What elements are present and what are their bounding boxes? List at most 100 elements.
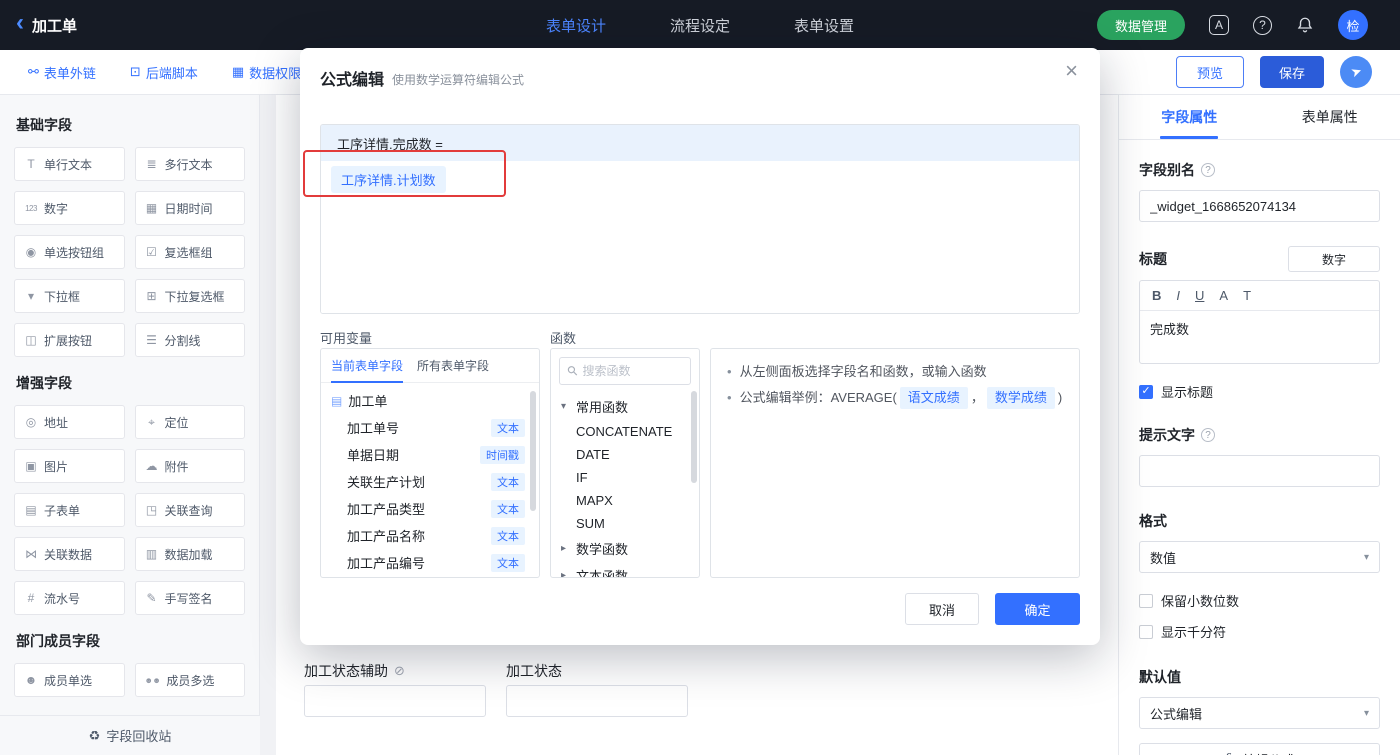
back-button[interactable]: ‹ 加工单 bbox=[16, 11, 77, 37]
function-group-text[interactable]: ▸ 文本函数 bbox=[551, 562, 699, 578]
variable-row[interactable]: 加工产品编号 文本 bbox=[321, 549, 539, 576]
italic-button[interactable]: I bbox=[1176, 288, 1180, 303]
field-recycle-bin[interactable]: ♻ 字段回收站 bbox=[0, 715, 260, 755]
field-type-badge: 数字 bbox=[1288, 246, 1380, 272]
tab-form-design[interactable]: 表单设计 bbox=[546, 15, 606, 36]
share-button[interactable]: ➤ bbox=[1340, 56, 1372, 88]
cancel-button[interactable]: 取消 bbox=[905, 593, 979, 625]
function-group-math[interactable]: ▸ 数学函数 bbox=[551, 535, 699, 562]
formula-input-area[interactable]: 工序详情.计划数 bbox=[321, 161, 1079, 313]
help-icon[interactable]: ? bbox=[1201, 428, 1215, 442]
avatar[interactable]: 检 bbox=[1338, 10, 1368, 40]
scrollbar[interactable] bbox=[530, 391, 536, 511]
field-number[interactable]: 123 数字 bbox=[14, 191, 125, 225]
form-external-link[interactable]: ⚯ 表单外链 bbox=[28, 63, 96, 82]
function-item[interactable]: CONCATENATE bbox=[551, 420, 699, 443]
field-divider[interactable]: ☰ 分割线 bbox=[134, 323, 245, 357]
formula-editor[interactable]: 工序详情.完成数 = 工序详情.计划数 bbox=[320, 124, 1080, 314]
color-button[interactable]: A bbox=[1219, 288, 1228, 303]
function-search-input[interactable] bbox=[582, 364, 682, 378]
field-signature[interactable]: ✎ 手写签名 bbox=[134, 581, 245, 615]
field-related-query[interactable]: ◳ 关联查询 bbox=[134, 493, 245, 527]
field-location[interactable]: ⌖ 定位 bbox=[134, 405, 245, 439]
data-permission-link[interactable]: ▦ 数据权限 bbox=[232, 63, 301, 82]
tab-field-properties[interactable]: 字段属性 bbox=[1119, 95, 1260, 139]
field-radio-group[interactable]: ◉ 单选按钮组 bbox=[14, 235, 125, 269]
function-item[interactable]: DATE bbox=[551, 443, 699, 466]
formula-variable-chip[interactable]: 工序详情.计划数 bbox=[331, 166, 446, 193]
underline-button[interactable]: U bbox=[1195, 288, 1204, 303]
field-data-load[interactable]: ▥ 数据加载 bbox=[134, 537, 245, 571]
close-icon[interactable]: × bbox=[1065, 60, 1078, 82]
field-checkbox-group[interactable]: ☑ 复选框组 bbox=[134, 235, 245, 269]
caret-right-icon: ▸ bbox=[561, 570, 567, 578]
edit-formula-button[interactable]: ƒx 编辑公式 bbox=[1139, 743, 1380, 755]
format-select[interactable]: 数值 ▾ bbox=[1139, 541, 1380, 573]
field-multi-line-text[interactable]: ≣ 多行文本 bbox=[134, 147, 245, 181]
preview-button[interactable]: 预览 bbox=[1176, 56, 1244, 88]
help-icon[interactable]: ? bbox=[1253, 15, 1272, 35]
variable-row[interactable]: 加工产品名称 文本 bbox=[321, 522, 539, 549]
variable-row[interactable]: 关联生产计划 文本 bbox=[321, 468, 539, 495]
confirm-button[interactable]: 确定 bbox=[995, 593, 1080, 625]
scrollbar[interactable] bbox=[691, 391, 697, 483]
function-item[interactable]: IF bbox=[551, 466, 699, 489]
hint-text-input[interactable] bbox=[1139, 455, 1380, 487]
field-image[interactable]: ▣ 图片 bbox=[14, 449, 125, 483]
tab-current-form-fields[interactable]: 当前表单字段 bbox=[331, 349, 404, 383]
function-group-common[interactable]: ▾ 常用函数 bbox=[551, 393, 699, 420]
variable-row[interactable]: 单据日期 时间戳 bbox=[321, 441, 539, 468]
type-tag: 文本 bbox=[491, 472, 525, 491]
function-item[interactable]: MAPX bbox=[551, 489, 699, 512]
field-serial-number[interactable]: # 流水号 bbox=[14, 581, 125, 615]
field-member-single[interactable]: ☻ 成员单选 bbox=[14, 663, 125, 697]
link-icon: ⚯ bbox=[28, 64, 39, 79]
field-label: 多行文本 bbox=[164, 157, 213, 172]
tab-all-form-fields[interactable]: 所有表单字段 bbox=[417, 349, 489, 382]
processing-status-input[interactable] bbox=[506, 685, 688, 717]
function-search-box[interactable]: ⚲ bbox=[559, 357, 691, 385]
tab-form-properties[interactable]: 表单属性 bbox=[1260, 95, 1400, 139]
formula-help-panel: • 从左侧面板选择字段名和函数，或输入函数 • 公式编辑举例：AVERAGE(语… bbox=[710, 348, 1080, 578]
bold-button[interactable]: B bbox=[1152, 288, 1161, 303]
processing-status-helper-input[interactable] bbox=[304, 685, 486, 717]
default-value-select[interactable]: 公式编辑 ▾ bbox=[1139, 697, 1380, 729]
rich-editor-toolbar: B I U A T bbox=[1140, 281, 1379, 311]
document-icon: ▤ bbox=[331, 393, 343, 408]
field-dropdown-multi[interactable]: ⊞ 下拉复选框 bbox=[134, 279, 245, 313]
show-title-checkbox[interactable]: ✓ 显示标题 bbox=[1139, 382, 1380, 401]
field-single-line-text[interactable]: T 单行文本 bbox=[14, 147, 125, 181]
save-button[interactable]: 保存 bbox=[1260, 56, 1324, 88]
field-label: 关联数据 bbox=[44, 547, 93, 562]
field-attachment[interactable]: ☁ 附件 bbox=[134, 449, 245, 483]
field-datetime[interactable]: ▦ 日期时间 bbox=[134, 191, 245, 225]
tab-process-settings[interactable]: 流程设定 bbox=[670, 15, 730, 36]
font-size-button[interactable]: T bbox=[1243, 288, 1251, 303]
backend-script-link[interactable]: ⊡ 后端脚本 bbox=[130, 63, 198, 82]
field-subform[interactable]: ▤ 子表单 bbox=[14, 493, 125, 527]
function-item[interactable]: SUM bbox=[551, 512, 699, 535]
help-icon[interactable]: ? bbox=[1201, 163, 1215, 177]
field-alias-input[interactable] bbox=[1139, 190, 1380, 222]
field-dropdown[interactable]: ▾ 下拉框 bbox=[14, 279, 125, 313]
language-icon[interactable]: A bbox=[1209, 15, 1229, 35]
bell-icon[interactable] bbox=[1296, 16, 1314, 34]
thousands-separator-checkbox[interactable]: 显示千分符 bbox=[1139, 622, 1380, 641]
variable-row[interactable]: 加工产品类型 文本 bbox=[321, 495, 539, 522]
divider-icon: ☰ bbox=[146, 333, 157, 347]
tab-form-settings[interactable]: 表单设置 bbox=[794, 15, 854, 36]
dropdown-icon: ▾ bbox=[27, 289, 35, 303]
decimal-places-checkbox[interactable]: 保留小数位数 bbox=[1139, 591, 1380, 610]
tree-root-form[interactable]: ▤ 加工单 bbox=[321, 383, 539, 414]
field-extend-button[interactable]: ◫ 扩展按钮 bbox=[14, 323, 125, 357]
data-manage-button[interactable]: 数据管理 bbox=[1096, 10, 1185, 40]
checkbox-group-icon: ☑ bbox=[146, 245, 157, 259]
field-related-data[interactable]: ⋈ 关联数据 bbox=[14, 537, 125, 571]
title-value[interactable]: 完成数 bbox=[1140, 311, 1379, 363]
title-rich-editor[interactable]: B I U A T 完成数 bbox=[1139, 280, 1380, 364]
field-label: 复选框组 bbox=[164, 245, 213, 260]
variable-row[interactable]: 加工单号 文本 bbox=[321, 414, 539, 441]
field-address[interactable]: ◎ 地址 bbox=[14, 405, 125, 439]
field-member-multi[interactable]: ☻☻ 成员多选 bbox=[134, 663, 245, 697]
help-example-line: • 公式编辑举例：AVERAGE(语文成绩，数学成绩) bbox=[727, 385, 1063, 411]
